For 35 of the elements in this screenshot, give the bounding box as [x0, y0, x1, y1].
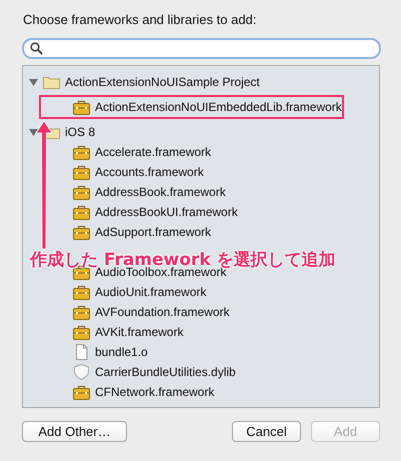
toolbox-icon	[73, 304, 90, 320]
toolbox-icon	[73, 384, 90, 400]
item-label: Accounts.framework	[95, 165, 204, 179]
document-icon	[73, 344, 90, 360]
item-label: CFNetwork.framework	[95, 385, 214, 399]
toolbox-icon	[73, 284, 90, 300]
dialog-prompt: Choose frameworks and libraries to add:	[23, 12, 258, 29]
toolbox-icon	[73, 164, 90, 180]
item-label: AudioUnit.framework	[95, 285, 206, 299]
toolbox-icon	[73, 224, 90, 240]
search-icon	[30, 42, 43, 55]
toolbox-icon	[73, 184, 90, 200]
group-label: ActionExtensionNoUISample Project	[65, 75, 260, 89]
dialog-button[interactable]: Add Other…	[22, 421, 127, 442]
item-label: ActionExtensionNoUIEmbeddedLib.framework	[95, 100, 342, 114]
shield-icon	[73, 364, 90, 380]
item-label: AVFoundation.framework	[95, 305, 230, 319]
search-field[interactable]	[22, 38, 381, 59]
item-label: Accelerate.framework	[95, 145, 212, 159]
toolbox-icon	[73, 100, 90, 114]
toolbox-icon	[73, 144, 90, 160]
toolbox-icon	[73, 204, 90, 220]
dialog-button[interactable]: Cancel	[232, 421, 301, 442]
item-label: AVKit.framework	[95, 325, 184, 339]
item-label: AddressBook.framework	[95, 185, 226, 199]
group-label: iOS 8	[65, 125, 96, 139]
item-label: CarrierBundleUtilities.dylib	[95, 365, 236, 379]
item-label: AdSupport.framework	[95, 225, 212, 239]
toolbox-icon	[73, 324, 90, 340]
folder-icon	[43, 75, 60, 89]
disclosure-triangle-icon[interactable]	[29, 78, 38, 86]
tree-group-row[interactable]: ActionExtensionNoUISample Project	[23, 72, 379, 92]
item-label: bundle1.o	[95, 345, 148, 359]
item-label: AddressBookUI.framework	[95, 205, 238, 219]
disclosure-triangle-icon[interactable]	[29, 128, 38, 136]
